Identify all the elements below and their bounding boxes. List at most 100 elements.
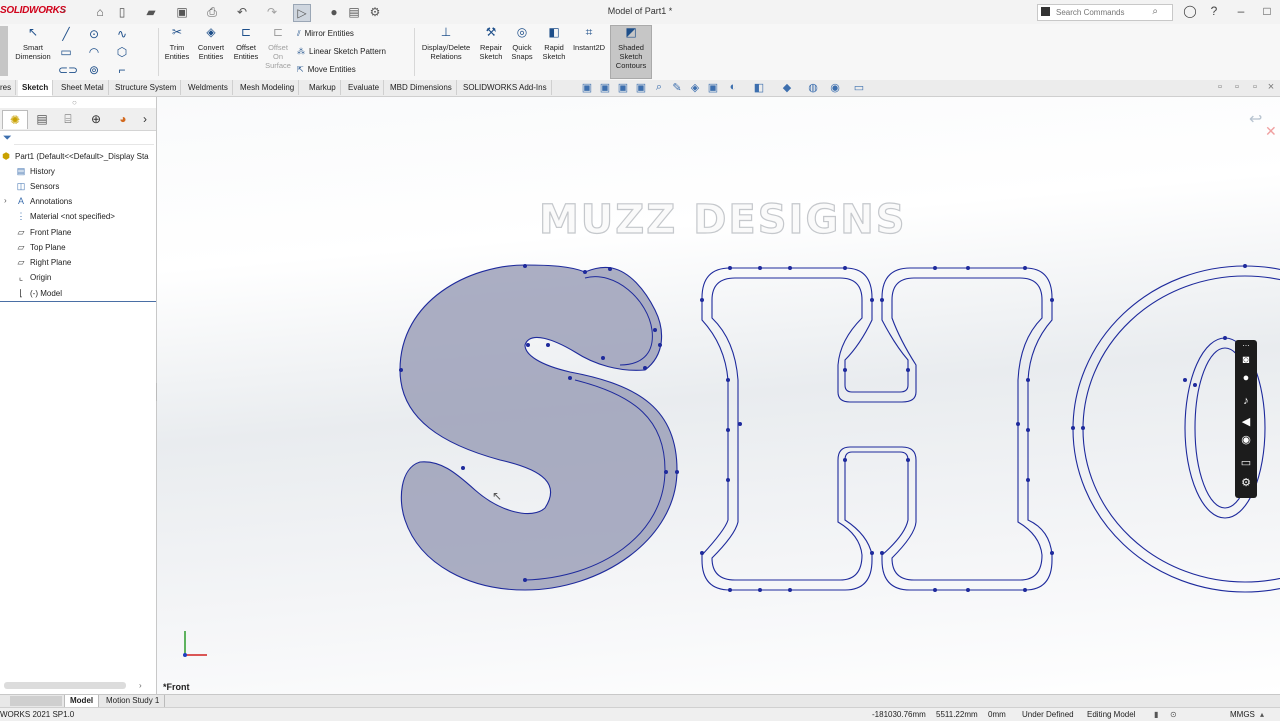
feature-manager-tab-icon[interactable]: ✺ bbox=[2, 110, 28, 129]
graphics-area[interactable]: MUZZ DESIGNS *Front ↖ ↩ ✕ ⋯ ◙ ● ♪ ◀ ◉ ▭ … bbox=[157, 97, 1280, 694]
cancel-sketch-icon[interactable]: ✕ bbox=[1265, 123, 1277, 140]
search-icon[interactable]: ⌕ bbox=[1152, 6, 1158, 17]
tree-item-top-plane[interactable]: ▱ Top Plane bbox=[15, 241, 66, 255]
tab-sheet-metal[interactable]: Sheet Metal bbox=[57, 80, 109, 95]
section-view-icon[interactable]: ▣ bbox=[634, 81, 648, 94]
tree-item-annotations[interactable]: A Annotations bbox=[15, 195, 72, 209]
display-delete-relations-button[interactable]: ⊥ Display/Delete Relations bbox=[418, 26, 474, 61]
quick-snaps-button[interactable]: ◎ Quick Snaps bbox=[508, 26, 536, 61]
display-manager-tab-icon[interactable]: ◕ bbox=[111, 110, 135, 128]
shaded-sketch-contours-button[interactable]: ◩ Shaded Sketch Contours bbox=[610, 25, 652, 79]
panel-grip-icon[interactable]: ○ bbox=[72, 98, 77, 107]
redo-icon[interactable]: ↷ bbox=[264, 4, 280, 20]
help-icon[interactable]: ? bbox=[1205, 4, 1223, 18]
tab-solidworks-addins[interactable]: SOLIDWORKS Add-Ins bbox=[459, 80, 552, 95]
maximize-icon[interactable]: □ bbox=[1258, 4, 1276, 18]
realview-icon[interactable]: ◉ bbox=[828, 81, 842, 94]
expand-annotations-icon[interactable]: › bbox=[4, 196, 7, 205]
rapid-sketch-button[interactable]: ◧ Rapid Sketch bbox=[539, 26, 569, 61]
save-icon[interactable]: ▣ bbox=[174, 4, 190, 20]
account-icon[interactable]: ◯ bbox=[1181, 4, 1199, 18]
filter-field[interactable] bbox=[14, 134, 154, 145]
maximize-viewport-icon[interactable]: ▫ bbox=[1248, 81, 1262, 93]
line-icon[interactable]: ╱ bbox=[58, 27, 74, 41]
sketch-canvas[interactable] bbox=[157, 97, 1280, 694]
smart-dimension-button[interactable]: ↖ Smart Dimension bbox=[12, 26, 54, 61]
dynamic-annotation-icon[interactable]: ✎ bbox=[670, 81, 684, 94]
dimxpert-tab-icon[interactable]: ⊕ bbox=[84, 110, 108, 128]
tree-item-model-sketch[interactable]: ⌊ (-) Model bbox=[15, 287, 62, 301]
tab-weldments[interactable]: Weldments bbox=[184, 80, 233, 95]
polygon-icon[interactable]: ⬡ bbox=[114, 45, 130, 59]
previous-view-icon[interactable]: ▣ bbox=[616, 81, 630, 94]
scroll-right-icon[interactable]: › bbox=[139, 681, 142, 690]
point-circle-icon[interactable]: ⊚ bbox=[86, 63, 102, 77]
print-icon[interactable]: ⎙ bbox=[204, 4, 220, 20]
options-gear-icon[interactable]: ⚙ bbox=[367, 4, 383, 20]
units-dropdown-icon[interactable]: ▴ bbox=[1260, 709, 1264, 720]
circle-icon[interactable]: ⊙ bbox=[86, 27, 102, 41]
search-commands-box[interactable]: ⌕ bbox=[1037, 4, 1173, 21]
tooltip-status-icon[interactable]: ⊙ bbox=[1170, 709, 1177, 720]
restore-window-icon[interactable]: ▫ bbox=[1230, 81, 1244, 93]
tree-item-history[interactable]: ▤ History bbox=[15, 165, 55, 179]
file-properties-icon[interactable]: ▤ bbox=[346, 4, 362, 20]
undo-icon[interactable]: ↶ bbox=[234, 4, 250, 20]
minimize-icon[interactable]: – bbox=[1232, 4, 1250, 18]
move-entities-button[interactable]: ⇱ Move Entities bbox=[297, 64, 356, 76]
convert-entities-button[interactable]: ◈ Convert Entities bbox=[195, 26, 227, 61]
hide-show-items-icon[interactable]: ◐ bbox=[726, 81, 740, 93]
screenshot-camera-icon[interactable]: ◙ bbox=[1235, 354, 1257, 366]
display-style-icon[interactable]: ▣ bbox=[706, 81, 720, 94]
menu-expand-arrow-icon[interactable]: › bbox=[62, 5, 65, 16]
status-unit-system[interactable]: MMGS bbox=[1230, 709, 1255, 720]
offset-entities-button[interactable]: ⊏ Offset Entities bbox=[230, 26, 262, 61]
offset-on-surface-button[interactable]: ⊏ Offset On Surface bbox=[264, 26, 292, 70]
tab-evaluate[interactable]: Evaluate bbox=[344, 80, 385, 95]
zoom-to-fit-icon[interactable]: ▣ bbox=[580, 81, 594, 94]
configuration-manager-tab-icon[interactable]: ⌸ bbox=[56, 110, 80, 128]
tree-item-origin[interactable]: ⌞ Origin bbox=[15, 271, 51, 285]
new-document-icon[interactable]: ▯ bbox=[114, 4, 130, 20]
rectangle-icon[interactable]: ▭ bbox=[58, 45, 74, 59]
fillet-icon[interactable]: ⌐ bbox=[114, 63, 130, 77]
tree-item-sensors[interactable]: ◫ Sensors bbox=[15, 180, 60, 194]
more-tabs-arrow-icon[interactable]: › bbox=[138, 110, 152, 128]
solidworks-logo[interactable]: SOLIDWORKS bbox=[0, 5, 66, 16]
tab-features[interactable]: res bbox=[0, 80, 17, 95]
tree-item-front-plane[interactable]: ▱ Front Plane bbox=[15, 226, 72, 240]
rebuild-status-icon[interactable]: ▮ bbox=[1154, 709, 1158, 720]
tree-item-right-plane[interactable]: ▱ Right Plane bbox=[15, 256, 72, 270]
mirror-entities-button[interactable]: ⫽ Mirror Entities bbox=[297, 28, 354, 40]
speaker-icon[interactable]: ◀ bbox=[1235, 415, 1257, 428]
recorder-grip-icon[interactable]: ⋯ bbox=[1235, 342, 1257, 350]
tree-root-part[interactable]: ⬢ Part1 (Default<<Default>_Display Sta bbox=[0, 150, 149, 164]
horizontal-scrollbar[interactable] bbox=[4, 682, 126, 689]
spline-icon[interactable]: ∿ bbox=[114, 27, 130, 41]
open-folder-icon[interactable]: ▰ bbox=[143, 4, 159, 20]
search-input[interactable] bbox=[1054, 5, 1158, 20]
sketch-button-partial[interactable] bbox=[0, 26, 8, 76]
instant2d-button[interactable]: ⌗ Instant2D bbox=[570, 26, 608, 52]
search-mode-icon[interactable] bbox=[1041, 7, 1050, 16]
linear-sketch-pattern-button[interactable]: ⁂ Linear Sketch Pattern bbox=[297, 46, 386, 58]
tab-markup[interactable]: Markup bbox=[305, 80, 341, 95]
record-stop-icon[interactable]: ● bbox=[1235, 372, 1257, 384]
arc-icon[interactable]: ◠ bbox=[86, 45, 102, 59]
capture-window-icon[interactable]: ▭ bbox=[1235, 456, 1257, 469]
view-orientation-icon[interactable]: ◈ bbox=[688, 81, 702, 94]
repair-sketch-button[interactable]: ⚒ Repair Sketch bbox=[476, 26, 506, 61]
property-manager-tab-icon[interactable]: ▤ bbox=[30, 110, 54, 128]
tab-mbd-dimensions[interactable]: MBD Dimensions bbox=[386, 80, 457, 95]
magnify-icon[interactable]: ⌕ bbox=[652, 81, 666, 94]
trim-entities-button[interactable]: ✂ Trim Entities bbox=[162, 26, 192, 61]
confirm-exit-sketch-icon[interactable]: ↩ bbox=[1249, 109, 1262, 129]
tab-sketch[interactable]: Sketch bbox=[18, 80, 54, 96]
slot-icon[interactable]: ⊂⊃ bbox=[58, 63, 78, 77]
edit-appearance-icon[interactable]: ◧ bbox=[752, 81, 766, 94]
tab-scroll-area[interactable] bbox=[10, 696, 62, 706]
rebuild-icon[interactable]: ● bbox=[326, 4, 342, 20]
view-settings-icon[interactable]: ◍ bbox=[806, 81, 820, 94]
rollback-bar[interactable] bbox=[0, 301, 156, 302]
tab-motion-study[interactable]: Motion Study 1 bbox=[101, 695, 166, 707]
